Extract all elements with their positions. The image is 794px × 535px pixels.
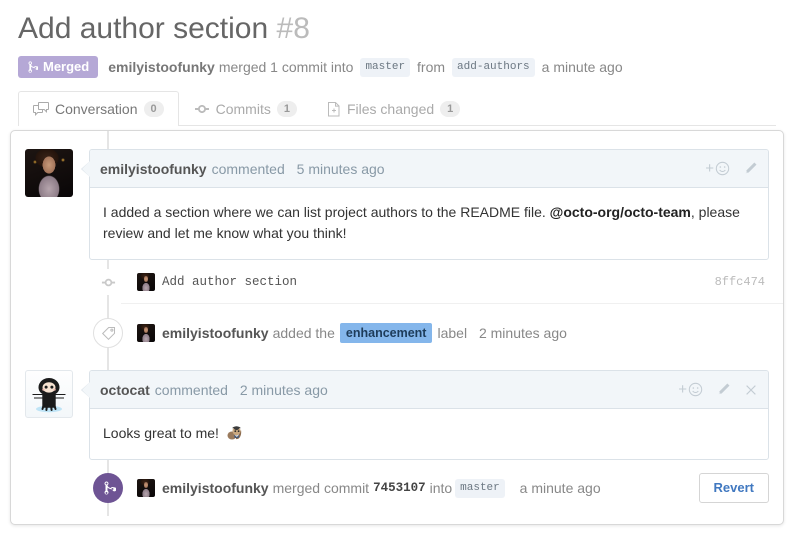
base-branch[interactable]: master [360, 57, 411, 77]
tab-files-changed[interactable]: Files changed 1 [312, 91, 475, 125]
merge-target-branch[interactable]: master [455, 478, 505, 498]
avatar[interactable] [25, 370, 73, 418]
tab-files-changed-count: 1 [440, 100, 461, 117]
add-reaction-button[interactable]: + [705, 161, 730, 176]
edit-comment-button[interactable] [743, 161, 758, 176]
git-commit-icon [194, 101, 210, 117]
git-merge-icon [26, 60, 38, 74]
discussion-timeline: emilyistoofunky commented 5 minutes ago … [10, 130, 784, 525]
diff-file-icon [327, 101, 341, 117]
comment-actions: + [678, 382, 758, 397]
tab-conversation[interactable]: Conversation 0 [18, 91, 179, 126]
plus-sign: + [705, 159, 714, 177]
avatar[interactable] [137, 273, 155, 291]
avatar[interactable] [137, 324, 155, 342]
shipit-squirrel-emoji-icon [225, 424, 245, 442]
pr-number: #8 [276, 12, 310, 45]
comment-author[interactable]: emilyistoofunky [100, 161, 207, 177]
status-badge-label: Merged [43, 59, 90, 74]
label-badge[interactable]: enhancement [339, 323, 433, 343]
timeline-list: emilyistoofunky commented 5 minutes ago … [11, 131, 783, 516]
comment-bubble: emilyistoofunky commented 5 minutes ago … [81, 149, 769, 260]
comment-discussion-icon [33, 101, 49, 117]
status-badge: Merged [18, 56, 99, 78]
comment-action: commented [154, 381, 228, 398]
comment-author[interactable]: octocat [100, 382, 150, 398]
tab-files-changed-label: Files changed [346, 100, 435, 117]
avatar[interactable] [137, 479, 155, 497]
merge-event-action: merged commit [272, 480, 370, 496]
pull-request-page: Add author section #8 Merged emilyistoof… [0, 0, 794, 535]
tab-commits-label: Commits [215, 100, 271, 117]
comment-header: octocat commented 2 minutes ago + [90, 371, 768, 409]
label-event-action: added the [272, 325, 335, 341]
pr-title-text: Add author section [18, 12, 269, 45]
comment-bubble: octocat commented 2 minutes ago + Looks … [81, 370, 769, 460]
team-mention[interactable]: @octo-org/octo-team [550, 204, 691, 220]
label-event-actor[interactable]: emilyistoofunky [162, 325, 269, 341]
tab-commits-count: 1 [276, 100, 297, 117]
merge-commit-sha[interactable]: 7453107 [373, 481, 426, 495]
merge-event-content: emilyistoofunky merged commit 7453107 in… [137, 473, 769, 503]
git-merge-node-icon [93, 473, 123, 503]
pr-meta-line: Merged emilyistoofunky merged 1 commit i… [0, 46, 794, 78]
label-event-time: 2 minutes ago [478, 325, 567, 341]
commit-sha[interactable]: 8ffc474 [715, 275, 769, 289]
git-commit-node-icon [95, 269, 121, 295]
tab-conversation-count: 0 [143, 100, 164, 117]
plus-sign: + [678, 380, 687, 398]
tag-icon [93, 318, 123, 348]
commit-item: Add author section 8ffc474 [11, 260, 783, 304]
merge-event-actor[interactable]: emilyistoofunky [162, 480, 269, 496]
commit-content: Add author section 8ffc474 [137, 273, 769, 291]
comment-time: 5 minutes ago [296, 160, 385, 177]
comment-item: emilyistoofunky commented 5 minutes ago … [11, 141, 783, 260]
comment-body-text-1: I added a section where we can list proj… [103, 204, 550, 220]
pr-author[interactable]: emilyistoofunky [108, 59, 215, 75]
comment-time: 2 minutes ago [239, 381, 328, 398]
revert-button[interactable]: Revert [698, 473, 769, 503]
comment-body: Looks great to me! [90, 409, 768, 459]
page-title: Add author section #8 [0, 0, 794, 46]
label-event-content: emilyistoofunky added the enhancement la… [137, 323, 769, 343]
smiley-icon [715, 161, 730, 176]
merge-action-text: merged 1 commit into [218, 59, 354, 75]
avatar[interactable] [25, 149, 73, 197]
close-icon[interactable] [744, 383, 758, 397]
merge-time: a minute ago [541, 59, 623, 75]
comment-item: octocat commented 2 minutes ago + Looks … [11, 362, 783, 460]
label-event-item: emilyistoofunky added the enhancement la… [11, 304, 783, 362]
add-reaction-button[interactable]: + [678, 382, 703, 397]
smiley-icon [688, 382, 703, 397]
merge-event-item: emilyistoofunky merged commit 7453107 in… [11, 460, 783, 516]
from-text: from [417, 59, 446, 75]
tab-conversation-label: Conversation [55, 100, 138, 117]
label-event-suffix: label [437, 325, 468, 341]
merge-event-time: a minute ago [519, 480, 601, 496]
commit-message[interactable]: Add author section [162, 275, 297, 289]
comment-body: I added a section where we can list proj… [90, 188, 768, 259]
tab-commits[interactable]: Commits 1 [179, 91, 312, 125]
comment-body-text: Looks great to me! [103, 425, 219, 441]
merge-into-text: into [429, 480, 453, 496]
pr-tabs: Conversation 0 Commits 1 Files changed 1 [18, 91, 776, 126]
comment-action: commented [211, 160, 285, 177]
comment-header: emilyistoofunky commented 5 minutes ago … [90, 150, 768, 188]
edit-comment-button[interactable] [716, 382, 731, 397]
head-branch[interactable]: add-authors [452, 57, 535, 77]
comment-actions: + [705, 161, 758, 176]
